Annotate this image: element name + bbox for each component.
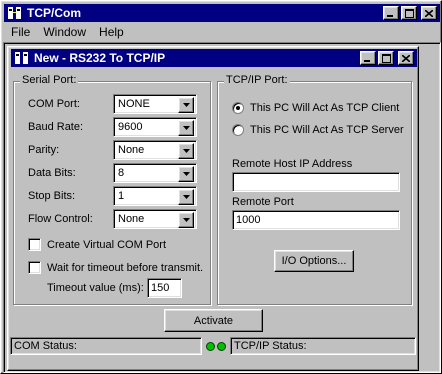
app-title-bar[interactable]: TCP/Com: [4, 4, 440, 22]
child-maximize-button[interactable]: [378, 51, 394, 65]
app-window: TCP/Com File Window Help New - RS232 To …: [0, 0, 442, 374]
baud-rate-select[interactable]: 9600: [113, 117, 197, 137]
parity-select[interactable]: None: [113, 140, 197, 160]
data-bits-value: 8: [118, 167, 125, 179]
app-icon: [7, 5, 23, 21]
activate-button[interactable]: Activate: [164, 309, 263, 332]
tcp-led-icon: [217, 341, 226, 351]
tcp-server-radio[interactable]: This PC Will Act As TCP Server: [232, 124, 404, 136]
timeout-value-label: Timeout value (ms):: [47, 282, 144, 294]
close-button[interactable]: [421, 6, 437, 20]
remote-ip-label: Remote Host IP Address: [232, 158, 353, 170]
dropdown-arrow-icon[interactable]: [178, 143, 194, 159]
status-leds: [203, 340, 229, 352]
minimize-button[interactable]: [383, 6, 399, 20]
mdi-client-area: New - RS232 To TCP/IP Serial Port: COM P…: [3, 42, 441, 373]
menu-bar: File Window Help: [4, 23, 130, 41]
wait-timeout-label: Wait for timeout before transmit.: [47, 261, 204, 274]
child-title-bar[interactable]: New - RS232 To TCP/IP: [11, 49, 417, 67]
com-status-text: COM Status:: [14, 340, 77, 352]
maximize-button[interactable]: [401, 6, 417, 20]
serial-port-group-label: Serial Port:: [20, 74, 79, 86]
radio-selected-icon[interactable]: [232, 102, 244, 114]
virtual-com-checkbox[interactable]: Create Virtual COM Port: [28, 238, 166, 251]
child-minimize-button[interactable]: [360, 51, 376, 65]
radio-unselected-icon[interactable]: [232, 124, 244, 136]
flow-control-label: Flow Control:: [28, 213, 93, 225]
io-options-label: I/O Options...: [281, 255, 347, 267]
com-port-select[interactable]: NONE: [113, 94, 197, 114]
dropdown-arrow-icon[interactable]: [178, 166, 194, 182]
timeout-value: 150: [151, 282, 170, 294]
com-port-value: NONE: [118, 98, 150, 110]
tcpip-status-text: TCP/IP Status:: [234, 340, 307, 352]
app-title: TCP/Com: [27, 6, 81, 20]
parity-label: Parity:: [28, 144, 60, 156]
maximize-icon: [404, 8, 414, 18]
com-status-bar: COM Status:: [10, 337, 202, 355]
wait-timeout-checkbox-box[interactable]: [28, 261, 41, 274]
remote-port-input[interactable]: 1000: [232, 210, 400, 230]
dropdown-arrow-icon[interactable]: [178, 212, 194, 228]
dropdown-arrow-icon[interactable]: [178, 120, 194, 136]
stop-bits-value: 1: [118, 190, 125, 202]
minimize-icon: [364, 60, 370, 62]
baud-rate-value: 9600: [118, 121, 143, 133]
child-title: New - RS232 To TCP/IP: [34, 51, 166, 65]
menu-window[interactable]: Window: [36, 25, 92, 39]
parity-value: None: [118, 144, 145, 156]
stop-bits-label: Stop Bits:: [28, 190, 76, 202]
tcp-server-label: This PC Will Act As TCP Server: [250, 124, 404, 136]
remote-port-value: 1000: [236, 214, 261, 226]
close-icon: [425, 9, 433, 17]
tcpip-port-group: TCP/IP Port: This PC Will Act As TCP Cli…: [217, 74, 412, 305]
maximize-icon: [381, 53, 391, 63]
child-window: New - RS232 To TCP/IP Serial Port: COM P…: [7, 46, 419, 371]
virtual-com-checkbox-box[interactable]: [28, 238, 41, 251]
io-options-button[interactable]: I/O Options...: [274, 250, 354, 272]
close-icon: [402, 54, 410, 62]
remote-port-label: Remote Port: [232, 196, 294, 208]
menu-help[interactable]: Help: [92, 25, 130, 39]
menu-file[interactable]: File: [4, 25, 36, 39]
flow-control-value: None: [118, 213, 145, 225]
data-bits-label: Data Bits:: [28, 167, 76, 179]
serial-port-group: Serial Port: COM Port: NONE Baud Rate: 9…: [13, 74, 211, 305]
baud-rate-label: Baud Rate:: [28, 121, 84, 133]
tcp-client-radio[interactable]: This PC Will Act As TCP Client: [232, 102, 399, 114]
dropdown-arrow-icon[interactable]: [178, 97, 194, 113]
wait-timeout-checkbox[interactable]: Wait for timeout before transmit.: [28, 261, 203, 274]
child-close-button[interactable]: [398, 51, 414, 65]
tcp-client-label: This PC Will Act As TCP Client: [250, 102, 400, 114]
minimize-icon: [387, 15, 393, 17]
flow-control-select[interactable]: None: [113, 209, 197, 229]
tcpip-status-bar: TCP/IP Status:: [230, 337, 416, 355]
com-port-label: COM Port:: [28, 98, 80, 110]
com-led-icon: [206, 341, 215, 351]
activate-label: Activate: [193, 314, 234, 327]
child-app-icon: [14, 50, 30, 66]
timeout-value-input[interactable]: 150: [147, 278, 182, 298]
stop-bits-select[interactable]: 1: [113, 186, 197, 206]
remote-ip-input[interactable]: [232, 172, 400, 192]
dropdown-arrow-icon[interactable]: [178, 189, 194, 205]
virtual-com-label: Create Virtual COM Port: [47, 238, 167, 251]
tcpip-port-group-label: TCP/IP Port:: [224, 74, 290, 86]
data-bits-select[interactable]: 8: [113, 163, 197, 183]
